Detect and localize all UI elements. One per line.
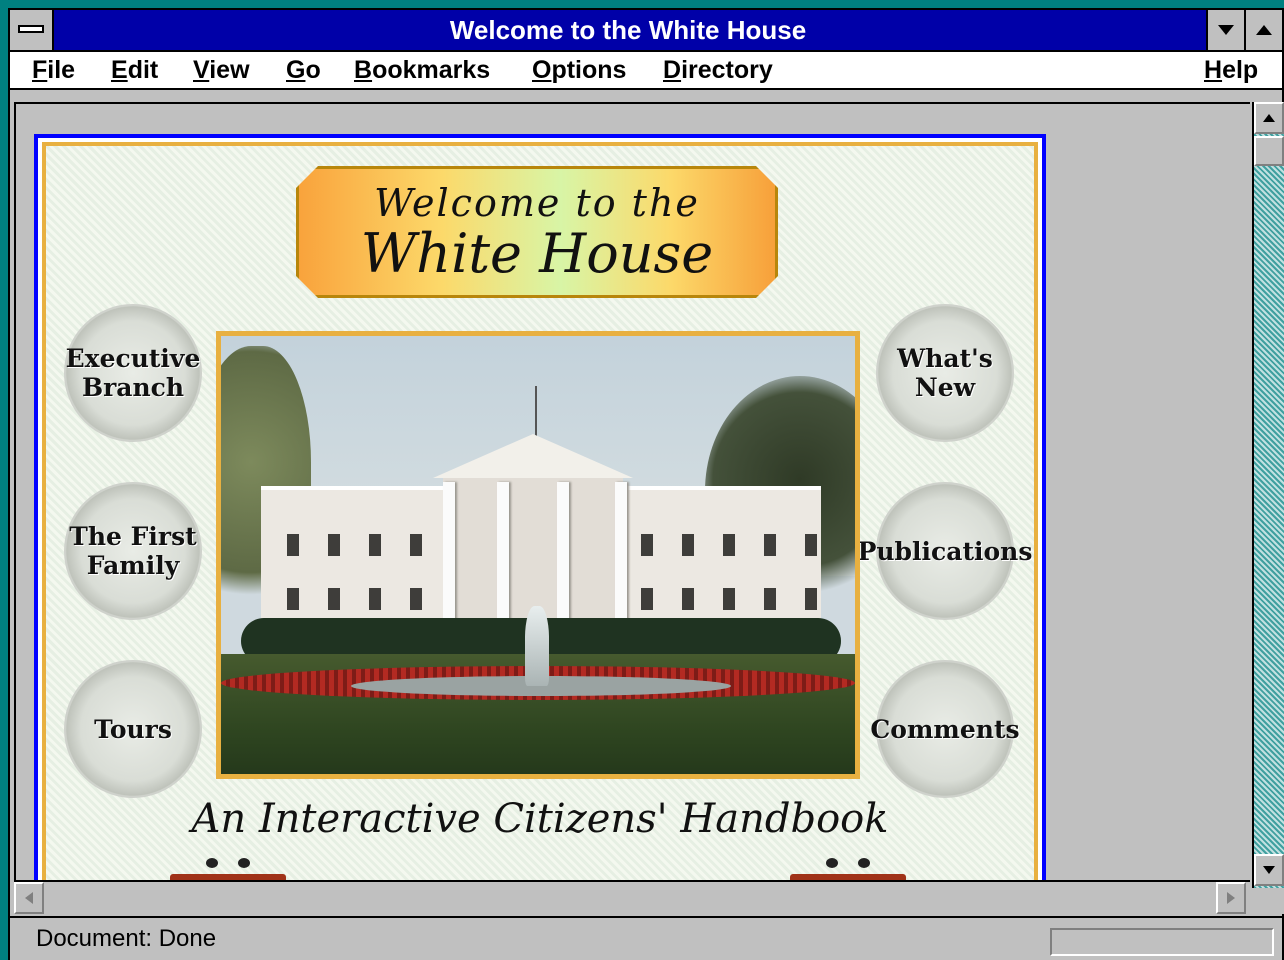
menu-label: ptions — [551, 56, 627, 84]
menu-label: ookmarks — [372, 56, 491, 84]
menu-directory[interactable]: Directory — [663, 52, 773, 88]
maximize-icon — [1256, 25, 1272, 35]
photo-windows — [287, 588, 463, 610]
system-menu-button[interactable] — [10, 10, 54, 50]
menu-label: elp — [1222, 56, 1259, 84]
link-tours[interactable]: Tours — [64, 660, 202, 798]
arrow-down-icon — [1263, 866, 1275, 874]
page-frame: Welcome to the White House Executive Bra… — [42, 142, 1038, 880]
photo-fountain — [525, 606, 549, 686]
minimize-button[interactable] — [1206, 10, 1244, 50]
seal-label: The First Family — [69, 522, 196, 580]
maximize-button[interactable] — [1244, 10, 1282, 50]
menu-accel: G — [286, 56, 306, 84]
photo-flagpole — [535, 386, 537, 436]
photo-column — [497, 482, 509, 626]
menu-bookmarks[interactable]: Bookmarks — [354, 52, 490, 88]
menu-accel: E — [111, 56, 128, 84]
system-menu-icon — [18, 25, 44, 33]
photo-windows — [641, 588, 817, 610]
arrow-up-icon — [1263, 114, 1275, 122]
menu-label: irectory — [681, 56, 773, 84]
photo-column — [557, 482, 569, 626]
photo-windows — [641, 534, 817, 556]
seal-label-line: The First — [69, 522, 197, 551]
menu-accel: B — [354, 56, 373, 84]
link-publications[interactable]: Publications — [858, 482, 1032, 620]
horizontal-scrollbar[interactable] — [14, 880, 1250, 914]
handbook-subtitle: An Interactive Citizens' Handbook — [191, 796, 889, 842]
seal-label-line: Branch — [81, 373, 185, 402]
arrow-right-icon — [1227, 892, 1235, 904]
status-text: Document: Done — [36, 925, 217, 952]
menu-accel: D — [663, 56, 682, 84]
link-comments[interactable]: Comments — [870, 660, 1020, 798]
menu-label: o — [305, 56, 321, 84]
seal-label-line: New — [914, 373, 976, 402]
document-view[interactable]: Welcome to the White House Executive Bra… — [14, 102, 1250, 880]
vertical-scrollbar[interactable] — [1252, 102, 1284, 888]
banner-line1: Welcome to the — [374, 181, 700, 225]
image-map: Welcome to the White House Executive Bra… — [34, 134, 1046, 880]
menu-file[interactable]: File — [32, 52, 75, 88]
menu-help[interactable]: Help — [1204, 52, 1258, 88]
link-executive-branch[interactable]: Executive Branch — [64, 304, 202, 442]
window-title: Welcome to the White House — [449, 15, 807, 45]
status-bar: Document: Done — [10, 916, 1282, 960]
menu-accel: H — [1204, 56, 1223, 84]
seal-label-line: Family — [86, 551, 180, 580]
seal-label: Publications — [857, 536, 1033, 566]
menu-label: dit — [127, 56, 159, 84]
white-house-photo — [216, 331, 860, 779]
arrow-left-icon — [25, 892, 33, 904]
scroll-up-button[interactable] — [1254, 102, 1284, 134]
menu-accel: O — [532, 56, 552, 84]
seal-label-line: What's — [897, 344, 993, 373]
menu-bar: File Edit View Go Bookmarks Options Dire… — [10, 52, 1282, 90]
photo-pediment — [433, 434, 633, 478]
photo-windows — [287, 534, 463, 556]
scroll-down-button[interactable] — [1254, 854, 1284, 886]
link-whats-new[interactable]: What's New — [876, 304, 1014, 442]
scroll-thumb[interactable] — [1254, 136, 1284, 166]
menu-edit[interactable]: Edit — [111, 52, 158, 88]
seal-label: Tours — [94, 714, 172, 744]
scroll-left-button[interactable] — [14, 882, 44, 914]
scrollbar-corner — [1252, 888, 1284, 914]
menu-options[interactable]: Options — [532, 52, 626, 88]
photo-column — [443, 482, 455, 626]
banner-line2: White House — [360, 222, 714, 285]
title-bar: Welcome to the White House — [10, 10, 1282, 52]
minimize-icon — [1218, 25, 1234, 35]
seal-label: Executive Branch — [66, 344, 201, 402]
seal-label-line: Executive — [65, 344, 201, 373]
menu-accel: F — [32, 56, 48, 84]
microphone-icon — [206, 858, 218, 868]
menu-view[interactable]: View — [193, 52, 250, 88]
link-first-family[interactable]: The First Family — [64, 482, 202, 620]
seal-label: What's New — [897, 344, 993, 402]
microphone-icon — [858, 858, 870, 868]
scroll-right-button[interactable] — [1216, 882, 1246, 914]
welcome-banner: Welcome to the White House — [296, 166, 778, 298]
progress-indicator — [1050, 928, 1274, 956]
photo-column — [615, 482, 627, 626]
menu-go[interactable]: Go — [286, 52, 321, 88]
microphone-icon — [826, 858, 838, 868]
menu-label: ile — [47, 56, 76, 84]
menu-accel: V — [193, 56, 210, 84]
menu-label: iew — [209, 56, 250, 84]
microphone-icon — [238, 858, 250, 868]
seal-label: Comments — [870, 714, 1020, 744]
browser-window: Welcome to the White House File Edit Vie… — [8, 8, 1284, 960]
